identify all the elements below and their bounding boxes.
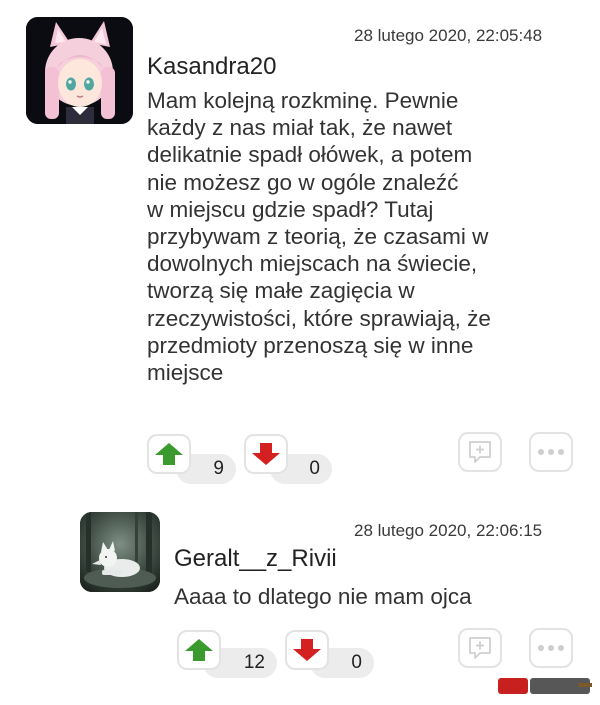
reply-button[interactable] [458,628,502,668]
comment-body-line: przedmioty przenoszą się w inne [147,332,474,358]
comment-body-line: Mam kolejną rozkminę. Pewnie [147,88,459,113]
comment-body-line: przybywam z teorią, że czasami w [147,224,489,250]
comment-body-line: każdy z nas miał tak, że nawet [147,115,453,141]
comment-timestamp: 28 lutego 2020, 22:06:15 [354,521,543,540]
more-options-button[interactable] [529,628,573,668]
comments-page: 28 lutego 2020, 22:05:48 Kasandra20 Mam … [0,0,600,705]
comment-body: Mam kolejną rozkminę. Pewnie każdy z nas… [147,87,491,386]
more-options-button[interactable] [529,432,573,472]
upvote-button[interactable] [147,434,191,474]
comment-body-line: delikatnie spadł ołówek, a potem [147,142,473,168]
reply-plus-icon [469,637,491,659]
downvote-button[interactable] [285,630,329,670]
site-watermark-logo [498,675,594,697]
anime-girl-avatar-icon [26,17,133,124]
reply-button[interactable] [458,432,502,472]
more-dots-icon [538,449,564,455]
comment: 28 lutego 2020, 22:05:48 Kasandra20 Mam … [0,0,600,500]
user-avatar[interactable] [26,17,133,124]
comment-body-line: tworzą się małe zagięcia w [147,278,415,304]
comment-body: Aaaa to dlatego nie mam ojca [174,583,472,610]
comment-username[interactable]: Kasandra20 [147,53,276,81]
comment-body-line: w miejscu gdzie spadł? Tutaj [147,196,434,222]
comment-body-line: miejsce [147,360,224,386]
comment-username[interactable]: Geralt__z_Rivii [174,545,337,573]
downvote-button[interactable] [244,434,288,474]
user-avatar[interactable] [80,512,160,592]
more-dots-icon [538,645,564,651]
comment-body-line: Aaaa to dlatego nie mam ojca [174,584,472,609]
white-wolf-avatar-icon [80,512,160,592]
arrow-down-icon [252,443,280,465]
comment-body-line: dowolnych miejscach na świecie, [147,251,478,277]
comment-timestamp: 28 lutego 2020, 22:05:48 [354,26,543,45]
arrow-up-icon [185,639,213,661]
reply-plus-icon [469,441,491,463]
comment-body-line: nie możesz go w ogóle znaleźć [147,169,459,195]
comment-body-line: rzeczywistości, które sprawiają, że [147,305,491,331]
arrow-up-icon [155,443,183,465]
arrow-down-icon [293,639,321,661]
upvote-button[interactable] [177,630,221,670]
